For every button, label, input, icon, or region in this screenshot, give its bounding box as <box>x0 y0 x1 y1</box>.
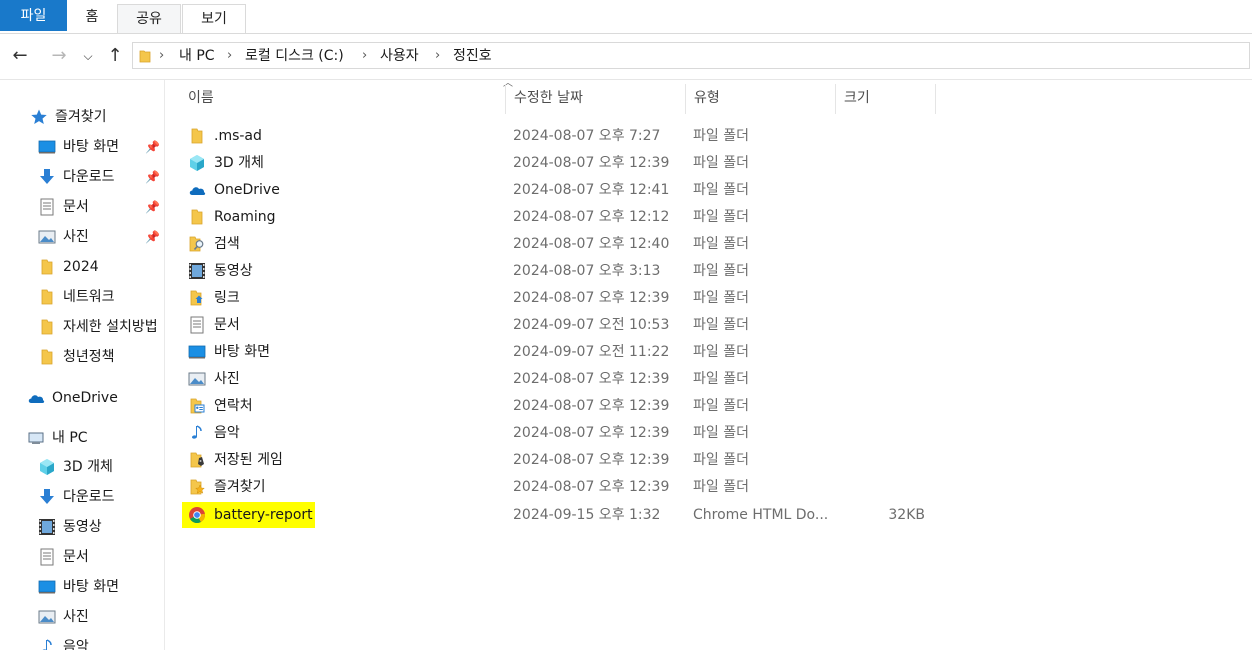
up-button[interactable]: ↑ <box>102 43 128 69</box>
up-arrow-icon: ↑ <box>107 45 123 66</box>
videos-icon <box>39 519 55 535</box>
left-arrow-icon: ← <box>12 45 28 66</box>
links-icon <box>190 290 203 306</box>
contacts-icon <box>190 398 205 414</box>
document-icon <box>40 198 54 216</box>
forward-button[interactable]: → <box>46 43 72 69</box>
folder-icon <box>191 128 203 144</box>
pin-icon: 📌 <box>145 170 160 184</box>
file-row-music[interactable]: 음악 2024-08-07 오후 12:39 파일 폴더 <box>183 420 943 446</box>
videos-icon <box>189 263 205 279</box>
pictures-icon <box>188 372 206 386</box>
star-icon <box>31 109 47 124</box>
folder-icon <box>41 289 53 305</box>
pin-icon: 📌 <box>145 230 160 244</box>
desktop-icon <box>188 345 206 359</box>
back-button[interactable]: ← <box>7 43 33 69</box>
desktop-icon <box>38 140 56 154</box>
file-row-pictures[interactable]: 사진 2024-08-07 오후 12:39 파일 폴더 <box>183 366 943 392</box>
breadcrumb-user-folder[interactable]: 정진호 <box>453 46 492 66</box>
file-row-ms-ad[interactable]: .ms-ad 2024-08-07 오후 7:27 파일 폴더 <box>183 123 943 149</box>
computer-icon <box>28 432 44 444</box>
folder-icon <box>41 259 53 275</box>
address-bar[interactable]: › 내 PC › 로컬 디스크 (C:) › 사용자 › 정진호 <box>132 42 1250 69</box>
search-folder-icon <box>189 236 204 252</box>
navigation-pane: 즐겨찾기 바탕 화면 📌 다운로드 📌 문서 📌 사진 📌 2024 네트워크 … <box>0 80 165 650</box>
column-header-date[interactable]: 수정한 날짜 <box>506 80 685 114</box>
navigation-bar: ← → ⌵ ↑ › 내 PC › 로컬 디스크 (C:) › 사용자 › 정진호 <box>0 34 1252 80</box>
column-header-size[interactable]: 크기 <box>836 80 936 114</box>
document-icon <box>40 548 54 566</box>
column-header-name[interactable]: 이름 <box>180 80 506 114</box>
breadcrumb-users[interactable]: 사용자 <box>380 46 419 66</box>
folder-icon <box>41 349 53 365</box>
folder-icon <box>139 50 151 63</box>
file-row-desktop[interactable]: 바탕 화면 2024-09-07 오전 11:22 파일 폴더 <box>183 339 943 365</box>
tab-home[interactable]: 홈 <box>68 0 116 32</box>
file-row-videos[interactable]: 동영상 2024-08-07 오후 3:13 파일 폴더 <box>183 258 943 284</box>
download-arrow-icon <box>40 489 54 504</box>
pin-icon: 📌 <box>145 140 160 154</box>
column-header-type[interactable]: 유형 <box>686 80 835 114</box>
tab-share[interactable]: 공유 <box>117 4 181 33</box>
breadcrumb-separator[interactable]: › <box>435 46 440 66</box>
sidebar-item-install-guide[interactable]: 자세한 설치방법 <box>38 314 164 340</box>
chevron-down-icon: ⌵ <box>83 49 93 63</box>
right-arrow-icon: → <box>51 45 67 66</box>
file-row-links[interactable]: 링크 2024-08-07 오후 12:39 파일 폴더 <box>183 285 943 311</box>
download-arrow-icon <box>40 169 54 184</box>
file-row-battery-report[interactable]: battery-report 2024-09-15 오후 1:32 Chrome… <box>182 502 943 528</box>
3d-objects-icon <box>40 459 54 475</box>
file-row-3d-objects[interactable]: 3D 개체 2024-08-07 오후 12:39 파일 폴더 <box>183 150 943 176</box>
ribbon-tabs: 파일 홈 공유 보기 <box>0 0 1252 34</box>
recent-locations-button[interactable]: ⌵ <box>78 43 98 69</box>
file-row-contacts[interactable]: 연락처 2024-08-07 오후 12:39 파일 폴더 <box>183 393 943 419</box>
file-row-roaming[interactable]: Roaming 2024-08-07 오후 12:12 파일 폴더 <box>183 204 943 230</box>
pin-icon: 📌 <box>145 200 160 214</box>
tab-view[interactable]: 보기 <box>182 4 246 33</box>
column-divider[interactable] <box>935 84 936 114</box>
breadcrumb-separator[interactable]: › <box>159 46 164 66</box>
pictures-icon <box>38 230 56 244</box>
file-row-searches[interactable]: 검색 2024-08-07 오후 12:40 파일 폴더 <box>183 231 943 257</box>
favorites-icon <box>190 479 205 495</box>
chrome-icon <box>189 507 205 523</box>
music-note-icon <box>42 639 52 650</box>
onedrive-cloud-icon <box>189 187 206 195</box>
file-row-onedrive[interactable]: OneDrive 2024-08-07 오후 12:41 파일 폴더 <box>183 177 943 203</box>
3d-objects-icon <box>190 155 204 171</box>
saved-games-icon <box>190 452 204 468</box>
folder-icon <box>191 209 203 225</box>
folder-icon <box>41 319 53 335</box>
music-icon <box>192 425 202 439</box>
breadcrumb-separator[interactable]: › <box>227 46 232 66</box>
tab-file[interactable]: 파일 <box>0 0 67 31</box>
desktop-icon <box>38 580 56 594</box>
breadcrumb-separator[interactable]: › <box>362 46 367 66</box>
file-row-favorites[interactable]: 즐겨찾기 2024-08-07 오후 12:39 파일 폴더 <box>183 474 943 500</box>
documents-icon <box>190 316 204 334</box>
breadcrumb-this-pc[interactable]: 내 PC <box>179 46 215 66</box>
file-row-saved-games[interactable]: 저장된 게임 2024-08-07 오후 12:39 파일 폴더 <box>183 447 943 473</box>
onedrive-cloud-icon <box>28 395 45 403</box>
breadcrumb-local-disk[interactable]: 로컬 디스크 (C:) <box>245 46 344 66</box>
file-row-documents[interactable]: 문서 2024-09-07 오전 10:53 파일 폴더 <box>183 312 943 338</box>
pictures-icon <box>38 610 56 624</box>
